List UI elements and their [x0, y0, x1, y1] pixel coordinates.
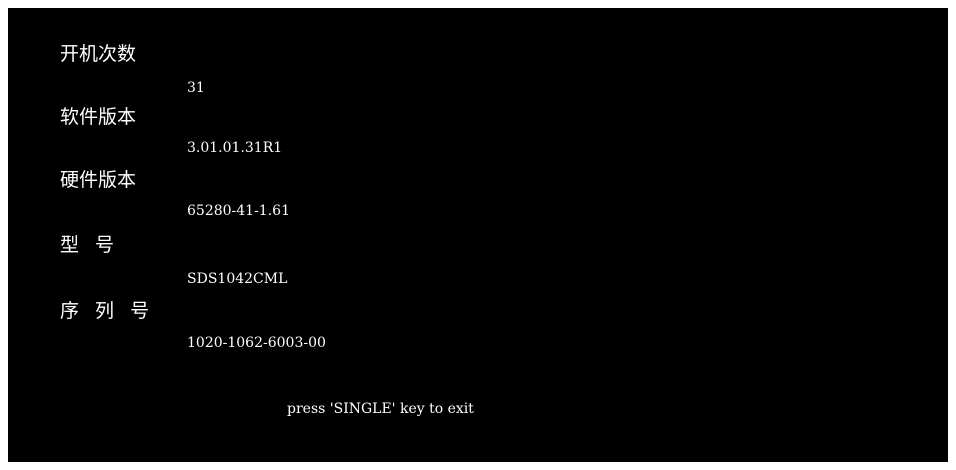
software-version-value: 3.01.01.31R1 — [187, 140, 283, 156]
boot-count-label: 开机次数 — [60, 43, 137, 65]
model-value: SDS1042CML — [187, 271, 288, 287]
hardware-version-label: 硬件版本 — [60, 169, 137, 191]
software-version-label: 软件版本 — [60, 106, 137, 128]
boot-count-value: 31 — [187, 80, 205, 96]
serial-number-value: 1020-1062-6003-00 — [187, 335, 326, 351]
exit-hint: press 'SINGLE' key to exit — [287, 401, 474, 417]
system-info-screen: 开机次数 31 软件版本 3.01.01.31R1 硬件版本 65280-41-… — [8, 8, 948, 462]
hardware-version-value: 65280-41-1.61 — [187, 203, 290, 219]
model-label: 型 号 — [60, 234, 120, 256]
serial-number-label: 序 列 号 — [60, 300, 155, 322]
